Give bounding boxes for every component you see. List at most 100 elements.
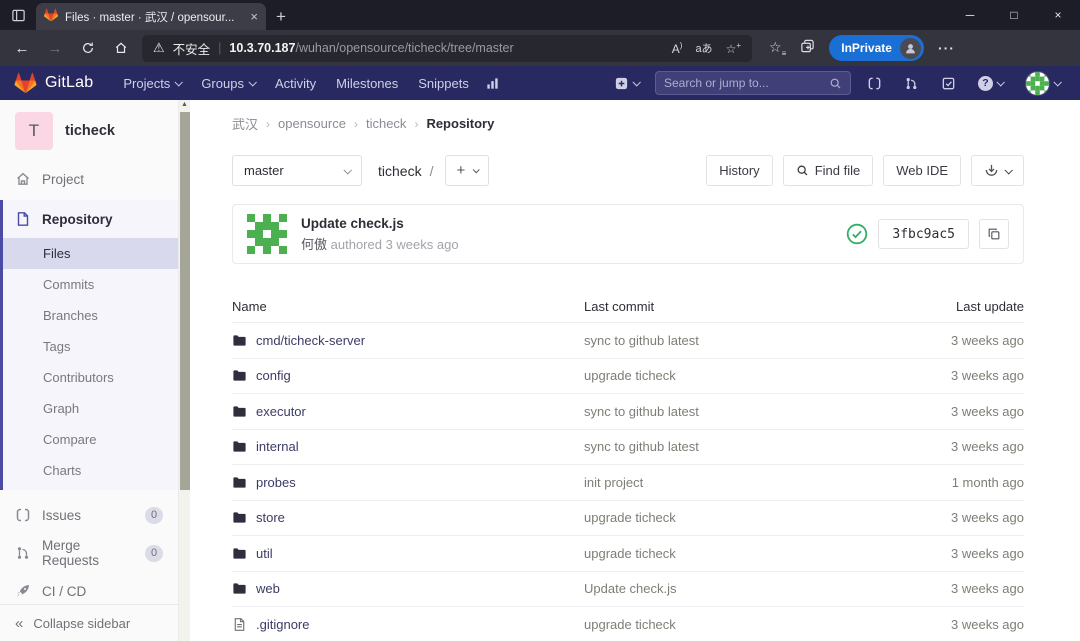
breadcrumb-project[interactable]: ticheck <box>366 116 406 131</box>
collapse-sidebar-button[interactable]: « Collapse sidebar <box>0 604 178 641</box>
table-row: web Update check.js 3 weeks ago <box>232 572 1024 608</box>
gitlab-favicon-icon <box>44 8 58 25</box>
help-menu-button[interactable]: ? <box>972 76 1009 91</box>
scrollbar-thumb[interactable] <box>180 112 190 490</box>
favorites-bar-icon[interactable]: ☆≡ <box>769 39 786 58</box>
commit-title-link[interactable]: Update check.js <box>301 216 459 231</box>
nav-projects[interactable]: Projects <box>113 66 191 100</box>
breadcrumb-subgroup[interactable]: opensource <box>278 116 346 131</box>
nav-groups[interactable]: Groups <box>191 66 265 100</box>
find-file-button[interactable]: Find file <box>783 155 874 186</box>
copy-sha-button[interactable] <box>979 219 1009 249</box>
inprivate-badge[interactable]: InPrivate <box>829 35 924 61</box>
add-file-button[interactable]: + <box>445 155 489 186</box>
tab-close-icon[interactable]: × <box>250 10 258 23</box>
address-bar[interactable]: ⚠ 不安全 | 10.3.70.187/wuhan/opensource/tic… <box>142 35 752 62</box>
commit-message-link[interactable]: sync to github latest <box>584 404 874 419</box>
user-avatar <box>1025 71 1050 96</box>
sidebar-item-repository[interactable]: Repository <box>3 200 178 238</box>
commit-message-link[interactable]: sync to github latest <box>584 439 874 454</box>
sidebar-subitem-contributors[interactable]: Contributors <box>3 362 178 393</box>
download-button[interactable] <box>971 155 1024 186</box>
nav-activity[interactable]: Activity <box>265 66 326 100</box>
project-sidebar: T ticheck Project Repository Files Commi… <box>0 100 178 641</box>
browser-tab[interactable]: Files · master · 武汉 / opensour... × <box>36 3 266 30</box>
minimize-button[interactable]: ─ <box>948 0 992 30</box>
close-button[interactable]: × <box>1036 0 1080 30</box>
sidebar-subitem-commits[interactable]: Commits <box>3 269 178 300</box>
new-tab-button[interactable]: + <box>266 3 296 30</box>
nav-snippets[interactable]: Snippets <box>408 66 479 100</box>
home-button[interactable] <box>109 35 133 61</box>
search-box[interactable] <box>655 71 851 95</box>
sidebar-subitem-tags[interactable]: Tags <box>3 331 178 362</box>
nav-milestones[interactable]: Milestones <box>326 66 408 100</box>
branch-selector[interactable]: master <box>232 155 362 186</box>
commit-message-link[interactable]: upgrade ticheck <box>584 368 874 383</box>
file-name-link[interactable]: probes <box>232 475 584 490</box>
file-name-link[interactable]: cmd/ticheck-server <box>232 333 584 348</box>
table-row: probes init project 1 month ago <box>232 465 1024 501</box>
scrollbar-up-arrow[interactable]: ▲ <box>179 101 190 108</box>
sidebar-section-repository: Repository Files Commits Branches Tags C… <box>0 200 178 490</box>
merge-requests-nav-icon[interactable] <box>898 76 925 91</box>
commit-message-link[interactable]: Update check.js <box>584 581 874 596</box>
commit-message-link[interactable]: upgrade ticheck <box>584 510 874 525</box>
sidebar-item-issues[interactable]: Issues 0 <box>0 496 178 534</box>
sidebar-scrollbar[interactable]: ▲ <box>178 100 190 641</box>
repo-controls: master ticheck/ + History Find file Web … <box>232 155 1024 186</box>
file-name-link[interactable]: web <box>232 581 584 596</box>
sidebar-subitem-files[interactable]: Files <box>3 238 178 269</box>
sidebar-item-merge-requests[interactable]: Merge Requests 0 <box>0 534 178 572</box>
tab-actions-button[interactable] <box>0 0 36 30</box>
last-update-text: 3 weeks ago <box>874 404 1024 419</box>
refresh-button[interactable] <box>76 35 100 61</box>
add-favorite-icon[interactable]: ☆+ <box>726 41 741 56</box>
last-update-text: 1 month ago <box>874 475 1024 490</box>
file-name-link[interactable]: .gitignore <box>232 617 584 632</box>
gitlab-logo-icon[interactable] <box>14 72 37 94</box>
back-button[interactable]: ← <box>10 35 34 61</box>
analytics-chart-icon[interactable] <box>479 76 506 91</box>
sidebar-item-project[interactable]: Project <box>0 160 178 198</box>
collections-icon[interactable] <box>800 39 815 57</box>
read-aloud-icon[interactable]: A) <box>672 41 683 56</box>
commit-message-link[interactable]: init project <box>584 475 874 490</box>
file-name-link[interactable]: store <box>232 510 584 525</box>
repo-root-link[interactable]: ticheck <box>378 163 422 179</box>
sidebar-subitem-branches[interactable]: Branches <box>3 300 178 331</box>
commit-author-link[interactable]: 何傲 <box>301 237 327 252</box>
sidebar-subitem-graph[interactable]: Graph <box>3 393 178 424</box>
address-divider: | <box>218 41 221 55</box>
issues-nav-icon[interactable] <box>861 76 888 91</box>
forward-button[interactable]: → <box>43 35 67 61</box>
file-name-link[interactable]: config <box>232 368 584 383</box>
url-host: 10.3.70.187 <box>229 41 295 55</box>
project-header[interactable]: T ticheck <box>0 100 178 160</box>
web-ide-button[interactable]: Web IDE <box>883 155 961 186</box>
pipeline-passed-icon[interactable] <box>846 223 868 245</box>
user-menu-button[interactable] <box>1019 71 1066 96</box>
commit-sha-button[interactable]: 3fbc9ac5 <box>878 219 969 249</box>
sidebar-subitem-charts[interactable]: Charts <box>3 455 178 486</box>
chevron-down-icon <box>996 78 1004 86</box>
commit-message-link[interactable]: upgrade ticheck <box>584 546 874 561</box>
merge-request-icon <box>15 545 31 561</box>
commit-message-link[interactable]: sync to github latest <box>584 333 874 348</box>
file-name-link[interactable]: util <box>232 546 584 561</box>
file-name-link[interactable]: executor <box>232 404 584 419</box>
breadcrumb-group[interactable]: 武汉 <box>232 114 258 133</box>
translate-icon[interactable]: aあ <box>695 40 712 56</box>
sidebar-subitem-compare[interactable]: Compare <box>3 424 178 455</box>
refresh-icon <box>81 41 95 55</box>
todos-nav-icon[interactable] <box>935 76 962 91</box>
maximize-button[interactable]: □ <box>992 0 1036 30</box>
new-menu-button[interactable] <box>608 76 645 91</box>
history-button[interactable]: History <box>706 155 772 186</box>
search-input[interactable] <box>664 76 829 90</box>
commit-message-link[interactable]: upgrade ticheck <box>584 617 874 632</box>
file-name-link[interactable]: internal <box>232 439 584 454</box>
commit-author-avatar[interactable] <box>247 214 287 254</box>
gitlab-brand[interactable]: GitLab <box>45 74 93 92</box>
browser-menu-icon[interactable]: ··· <box>938 40 955 56</box>
